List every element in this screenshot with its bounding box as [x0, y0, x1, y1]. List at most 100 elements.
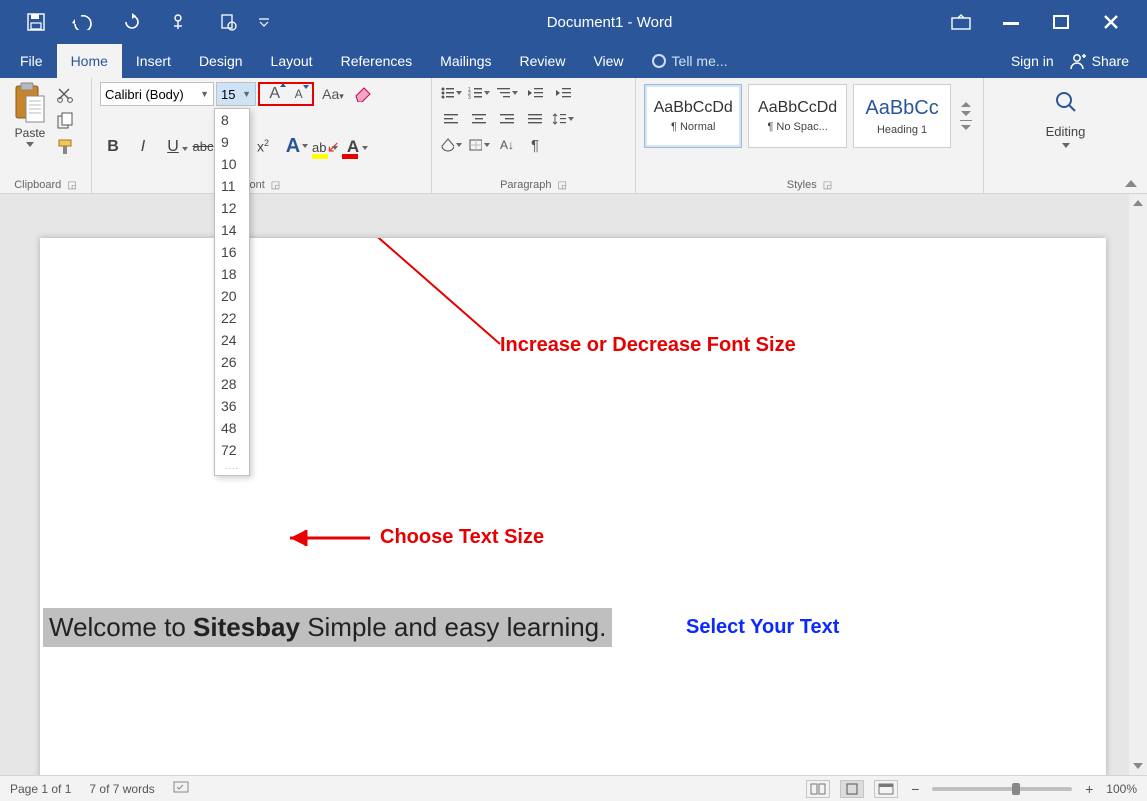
font-size-selector[interactable]: 15 ▼ [216, 82, 256, 106]
size-option[interactable]: 10 [215, 153, 249, 175]
font-name-selector[interactable]: Calibri (Body) ▼ [100, 82, 214, 106]
clipboard-launcher-icon[interactable]: ◲ [67, 180, 76, 191]
clear-formatting-button[interactable] [352, 84, 376, 104]
align-center-button[interactable] [468, 110, 490, 128]
size-option[interactable]: 18 [215, 263, 249, 285]
size-option[interactable]: 36 [215, 395, 249, 417]
size-option[interactable]: 24 [215, 329, 249, 351]
tab-view[interactable]: View [579, 44, 637, 78]
chevron-down-icon[interactable] [961, 125, 971, 130]
size-option[interactable]: 72 [215, 439, 249, 461]
page-indicator[interactable]: Page 1 of 1 [10, 782, 71, 796]
italic-button[interactable]: I [132, 138, 154, 156]
decrease-font-size-button[interactable]: A [295, 87, 303, 101]
print-preview-button[interactable] [214, 8, 242, 36]
tab-home[interactable]: Home [57, 44, 122, 78]
vertical-scrollbar[interactable] [1129, 194, 1147, 775]
chevron-down-icon[interactable] [961, 111, 971, 116]
show-marks-button[interactable]: ¶ [524, 136, 546, 154]
size-option[interactable]: 8 [215, 109, 249, 131]
tab-insert[interactable]: Insert [122, 44, 185, 78]
scroll-up-button[interactable] [1129, 194, 1147, 212]
scroll-down-button[interactable] [1129, 757, 1147, 775]
ribbon-options-icon[interactable] [947, 8, 975, 36]
font-size-dropdown[interactable]: 8 9 10 11 12 14 16 18 20 22 24 26 28 36 … [214, 108, 250, 476]
chevron-up-icon[interactable] [961, 102, 971, 107]
zoom-slider[interactable] [932, 787, 1072, 791]
collapse-ribbon-button[interactable] [1125, 180, 1137, 187]
underline-button[interactable]: U [162, 138, 184, 156]
style-normal[interactable]: AaBbCcDd ¶ Normal [644, 84, 742, 148]
save-icon[interactable] [22, 8, 50, 36]
zoom-thumb[interactable] [1012, 783, 1020, 795]
size-option[interactable]: 14 [215, 219, 249, 241]
format-painter-button[interactable] [56, 138, 76, 156]
align-left-button[interactable] [440, 110, 462, 128]
strikethrough-button[interactable]: abc [192, 139, 214, 154]
word-count[interactable]: 7 of 7 words [89, 782, 154, 796]
tab-file[interactable]: File [6, 44, 57, 78]
cut-button[interactable] [56, 86, 76, 104]
size-option[interactable]: 48 [215, 417, 249, 439]
size-option[interactable]: 11 [215, 175, 249, 197]
share-button[interactable]: Share [1068, 52, 1129, 70]
size-option[interactable]: 16 [215, 241, 249, 263]
font-color-button[interactable]: A [342, 137, 364, 157]
shading-button[interactable] [440, 136, 462, 154]
text-effects-button[interactable]: A [282, 135, 304, 158]
zoom-out-button[interactable]: − [908, 781, 922, 797]
superscript-button[interactable]: x2 [252, 138, 274, 155]
close-button[interactable] [1097, 8, 1125, 36]
tell-me-search[interactable]: Tell me... [652, 44, 728, 78]
size-option[interactable]: 9 [215, 131, 249, 153]
borders-button[interactable] [468, 136, 490, 154]
tab-references[interactable]: References [327, 44, 427, 78]
editing-button[interactable]: Editing [992, 82, 1139, 148]
size-option[interactable]: 20 [215, 285, 249, 307]
page[interactable]: Increase or Decrease Font Size Choose Te… [40, 238, 1106, 775]
paste-dropdown-icon[interactable] [26, 142, 34, 147]
bold-button[interactable]: B [102, 138, 124, 156]
touch-mode-button[interactable] [160, 8, 200, 36]
justify-button[interactable] [524, 110, 546, 128]
line-spacing-button[interactable] [552, 110, 574, 128]
tab-design[interactable]: Design [185, 44, 257, 78]
tab-review[interactable]: Review [506, 44, 580, 78]
copy-button[interactable] [56, 112, 76, 130]
highlight-button[interactable]: ab↙ [312, 137, 334, 157]
size-option[interactable]: 12 [215, 197, 249, 219]
decrease-indent-button[interactable] [524, 84, 546, 102]
read-mode-button[interactable] [806, 780, 830, 798]
bullets-button[interactable] [440, 84, 462, 102]
size-option[interactable]: 28 [215, 373, 249, 395]
web-layout-button[interactable] [874, 780, 898, 798]
sign-in-link[interactable]: Sign in [1011, 53, 1054, 69]
redo-button[interactable] [118, 8, 146, 36]
selected-text[interactable]: Welcome to Sitesbay Simple and easy lear… [43, 608, 612, 647]
increase-indent-button[interactable] [552, 84, 574, 102]
tab-layout[interactable]: Layout [257, 44, 327, 78]
proofing-icon[interactable] [173, 780, 191, 797]
change-case-button[interactable]: Aa▾ [316, 86, 350, 102]
qat-customize-dropdown[interactable] [256, 8, 272, 36]
dropdown-resize-grip[interactable]: ∙∙∙∙ [215, 461, 249, 475]
increase-font-size-button[interactable]: A [269, 85, 280, 103]
tab-mailings[interactable]: Mailings [426, 44, 505, 78]
size-option[interactable]: 26 [215, 351, 249, 373]
sort-button[interactable]: A↓ [496, 136, 518, 154]
paste-button[interactable]: Paste [8, 82, 52, 156]
styles-launcher-icon[interactable]: ◲ [823, 180, 832, 191]
numbering-button[interactable]: 123 [468, 84, 490, 102]
maximize-button[interactable] [1047, 8, 1075, 36]
style-no-spacing[interactable]: AaBbCcDd ¶ No Spac... [748, 84, 846, 148]
size-option[interactable]: 22 [215, 307, 249, 329]
zoom-in-button[interactable]: + [1082, 781, 1096, 797]
print-layout-button[interactable] [840, 780, 864, 798]
zoom-level[interactable]: 100% [1106, 782, 1137, 796]
font-launcher-icon[interactable]: ◲ [271, 180, 280, 191]
style-heading-1[interactable]: AaBbCc Heading 1 [853, 84, 951, 148]
align-right-button[interactable] [496, 110, 518, 128]
undo-button[interactable] [64, 8, 104, 36]
multilevel-list-button[interactable] [496, 84, 518, 102]
paragraph-launcher-icon[interactable]: ◲ [557, 180, 566, 191]
